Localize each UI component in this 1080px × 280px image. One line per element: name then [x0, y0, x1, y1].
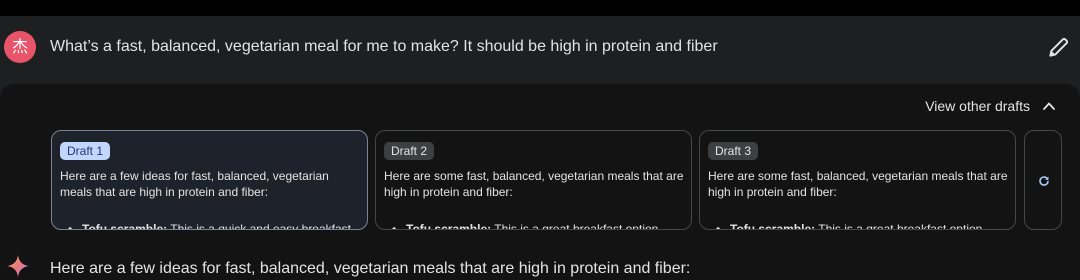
sparkle-icon [7, 255, 29, 277]
user-prompt-text: What’s a fast, balanced, vegetarian meal… [50, 38, 718, 55]
bullet-title: Tofu scramble: [82, 222, 168, 230]
draft-preview-text: Here are some fast, balanced, vegetarian… [384, 169, 684, 199]
draft-label: Draft 2 [384, 142, 435, 160]
view-other-drafts-toggle[interactable]: View other drafts [925, 96, 1056, 116]
response-row: Here are a few ideas for fast, balanced,… [0, 244, 1080, 280]
bullet-dot: • [392, 222, 397, 230]
view-other-drafts-label: View other drafts [925, 98, 1030, 114]
draft-card-1[interactable]: Draft 1 Here are a few ideas for fast, b… [51, 130, 368, 230]
user-avatar[interactable]: 杰 [4, 31, 36, 63]
bullet-dot: • [68, 222, 73, 230]
user-prompt-row: 杰 What’s a fast, balanced, vegetarian me… [0, 16, 1080, 84]
draft-card-3[interactable]: Draft 3 Here are some fast, balanced, ve… [699, 130, 1016, 230]
drafts-panel: View other drafts Draft 1 Here are a few… [0, 84, 1080, 244]
regenerate-drafts-button[interactable] [1024, 130, 1062, 230]
bullet-title: Tofu scramble: [730, 222, 816, 230]
bullet-dot: • [716, 222, 721, 230]
refresh-icon [1039, 176, 1049, 186]
response-text: Here are a few ideas for fast, balanced,… [50, 260, 691, 277]
edit-prompt-button[interactable] [1046, 34, 1072, 60]
draft-preview-bullet: • Tofu scramble: This is a great breakfas… [716, 221, 1015, 230]
bullet-text: This is a great breakfast option [815, 222, 983, 230]
draft-preview-bullet: • Tofu scramble: This is a quick and easy… [68, 221, 367, 230]
draft-card-2[interactable]: Draft 2 Here are some fast, balanced, ve… [375, 130, 692, 230]
draft-preview-bullet: • Tofu scramble: This is a great breakfas… [392, 221, 691, 230]
draft-preview-text: Here are a few ideas for fast, balanced,… [60, 169, 329, 199]
bullet-text: This is a great breakfast option [491, 222, 659, 230]
bullet-text: This is a quick and easy breakfast [167, 222, 351, 230]
draft-label: Draft 1 [60, 142, 111, 160]
top-bar [0, 0, 1080, 16]
draft-label: Draft 3 [708, 142, 759, 160]
chevron-up-icon [1043, 102, 1055, 110]
draft-preview-text: Here are some fast, balanced, vegetarian… [708, 169, 1008, 199]
pencil-icon [1049, 37, 1069, 57]
bullet-title: Tofu scramble: [406, 222, 492, 230]
